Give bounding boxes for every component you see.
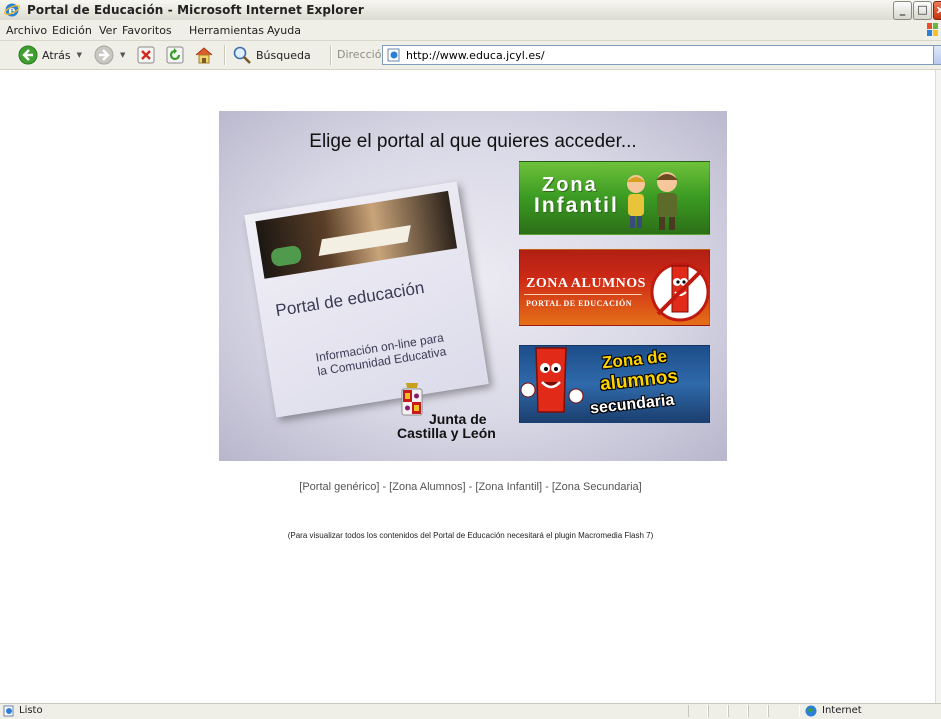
link-zona-infantil[interactable]: [Zona Infantil] [475,481,542,493]
minimize-icon: _ [899,3,906,16]
home-icon [195,47,213,64]
search-icon [233,46,251,64]
forward-button[interactable]: ▼ [94,44,125,66]
status-panel [748,705,768,717]
zona-alumnos-line1: ZONA ALUMNOS [526,276,646,291]
card-subtitle: Información on-line para la Comunidad Ed… [305,329,458,380]
forward-arrow-icon [94,45,114,65]
link-portal-generico[interactable]: [Portal genérico] [299,481,379,493]
close-icon: x [936,3,941,16]
card-title: Portal de educación [274,277,426,321]
banner-heading: Elige el portal al que quieres acceder..… [309,131,637,152]
zona-alumnos-line2: PORTAL DE EDUCACIÓN [526,299,632,308]
coat-of-arms-icon [401,383,423,416]
refresh-button[interactable] [166,44,184,66]
forward-dropdown-icon[interactable]: ▼ [120,51,125,59]
menu-herramientas[interactable]: Herramientas [189,24,264,37]
address-label: Dirección [337,48,389,61]
back-dropdown-icon[interactable]: ▼ [77,51,82,59]
text-links: [Portal genérico] - [Zona Alumnos] - [Zo… [0,481,941,493]
child-character-icon [627,175,645,228]
stop-button[interactable] [137,44,155,66]
link-separator: - [542,481,552,493]
menu-favoritos[interactable]: Favoritos [122,24,172,37]
stop-icon [137,46,155,64]
internet-zone-globe-icon [805,705,817,717]
status-bar: Listo Internet [0,703,941,719]
address-dropdown-button[interactable] [933,45,941,65]
link-separator: - [379,481,390,493]
back-label: Atrás [42,48,71,62]
maximize-button[interactable]: □ [913,1,932,20]
page-done-icon [3,705,14,717]
menu-ver[interactable]: Ver [99,24,117,37]
back-button[interactable]: Atrás ▼ [18,44,82,66]
menu-edicion[interactable]: Edición [52,24,92,37]
home-button[interactable] [194,44,214,66]
pencil-mascot-icon [650,262,709,322]
search-label: Búsqueda [256,48,311,62]
zona-alumnos-divider [524,294,642,295]
status-panel [708,705,728,717]
link-zona-secundaria[interactable]: [Zona Secundaria] [552,481,642,493]
menu-ayuda[interactable]: Ayuda [267,24,301,37]
zona-infantil-button[interactable]: Zona Infantil [519,161,710,235]
toolbar-separator [330,45,332,65]
close-button[interactable]: x [933,1,941,20]
vertical-scrollbar[interactable] [935,70,941,703]
menu-bar: Archivo Edición Ver Favoritos Herramient… [0,20,941,41]
maximize-icon: □ [917,3,928,16]
junta-castilla-leon-logo: Junta de Castilla y León [395,383,515,445]
menu-archivo[interactable]: Archivo [6,24,47,37]
zona-alumnos-button[interactable]: ZONA ALUMNOS PORTAL DE EDUCACIÓN [519,249,710,326]
status-panel [688,705,708,717]
link-separator: - [465,481,476,493]
flash-plugin-notice: (Para visualizar todos los contenidos de… [287,531,654,540]
logo-text-line2: Castilla y León [397,425,496,441]
portal-selector-banner: Elige el portal al que quieres acceder..… [219,111,727,461]
search-button[interactable]: Búsqueda [232,44,311,66]
page-ie-icon [387,48,400,62]
security-zone-label: Internet [822,705,862,716]
status-panel [728,705,748,717]
zona-infantil-line2: Infantil [534,194,619,217]
address-url[interactable]: http://www.educa.jcyl.es/ [406,49,545,62]
zona-secundaria-button[interactable]: Zona de alumnos secundaria [519,345,710,423]
link-zona-alumnos[interactable]: [Zona Alumnos] [389,481,465,493]
internet-explorer-icon: e [4,3,20,17]
window-title: Portal de Educación - Microsoft Internet… [27,3,364,17]
status-panel [768,705,800,717]
windows-logo-icon [927,23,938,36]
status-text: Listo [19,705,43,716]
toolbar-separator [224,45,226,65]
classroom-photo [255,190,458,279]
refresh-icon [166,46,184,64]
pencil-mascot-icon [520,346,584,413]
address-field[interactable]: http://www.educa.jcyl.es/ [382,45,939,65]
back-arrow-icon [18,45,38,65]
window-titlebar: e Portal de Educación - Microsoft Intern… [0,0,941,21]
child-character-icon [656,172,678,230]
minimize-button[interactable]: _ [893,1,912,20]
